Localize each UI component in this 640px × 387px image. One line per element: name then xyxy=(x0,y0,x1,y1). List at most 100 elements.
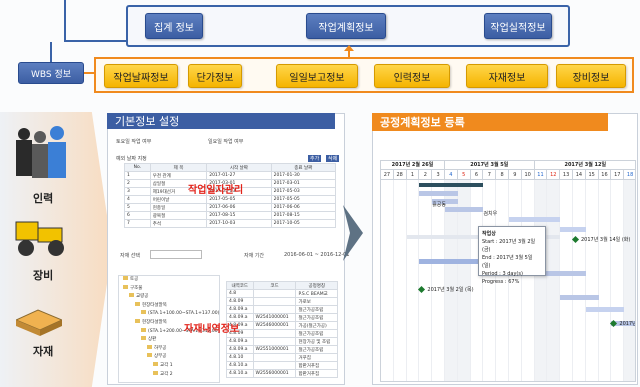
gantt-task-bar[interactable] xyxy=(419,183,484,187)
sunday-check[interactable]: 일요일 작업 여부 xyxy=(208,138,243,145)
period-label: 자재 기간 xyxy=(244,253,264,259)
category-manpower[interactable]: 인력정보 xyxy=(374,64,450,88)
category-material[interactable]: 자재정보 xyxy=(466,64,548,88)
milestone-label: 2017년 3월 14일 (화) xyxy=(581,237,631,243)
table-cell: 현충일 xyxy=(149,203,208,212)
table-row[interactable]: 4.8.09.a 현장가공 및 조립 xyxy=(226,337,338,346)
tree-item[interactable]: 교각 2 xyxy=(119,370,219,380)
gantt-week-header: 2017년 2월 26일 xyxy=(381,161,445,170)
table-cell xyxy=(252,353,297,362)
table-row[interactable]: 4.8.09.a 철근가공조립 xyxy=(226,305,338,314)
table-row[interactable]: 4.8.09 가로보 xyxy=(226,297,338,306)
table-row[interactable]: 4.8.09.a W2541000001 철근가공조립 xyxy=(226,313,338,322)
tree-item[interactable]: 하부공 xyxy=(119,344,219,354)
connector-line xyxy=(64,0,66,42)
tree-item[interactable]: 구조물 xyxy=(119,284,219,294)
delete-button[interactable]: 삭제 xyxy=(326,155,340,162)
table-row[interactable]: 4.8.10 거푸집 xyxy=(226,353,338,362)
table-header-row: No. 제 목 시작 날짜 종료 날짜 xyxy=(124,163,337,172)
table-row[interactable]: 4.8.10.a W2556000001 합판거푸집 xyxy=(226,369,338,378)
tree-item[interactable]: 교량공 xyxy=(119,293,219,302)
table-cell: W2556000001 xyxy=(252,369,297,378)
tree-item[interactable]: (STA.1+100.00~STA.1+137.00) xyxy=(119,310,219,319)
folder-icon xyxy=(147,344,152,349)
material-select[interactable] xyxy=(150,250,202,259)
category-daily-report[interactable]: 일일보고정보 xyxy=(276,64,358,88)
table-cell: 6 xyxy=(124,211,151,220)
tooltip-title: 작업상 xyxy=(482,231,496,237)
table-cell xyxy=(252,289,297,298)
table-row[interactable]: 5 현충일 2017-06-06 2017-06-06 xyxy=(124,203,337,212)
tree-item-label: 교각 1 xyxy=(160,362,173,368)
gantt-day-header: 1 xyxy=(406,170,420,180)
category-work-date[interactable]: 작업날짜정보 xyxy=(104,64,178,88)
gantt-day-header: 14 xyxy=(573,170,586,180)
category-unit-price[interactable]: 단가정보 xyxy=(188,64,242,88)
col-title: 제 목 xyxy=(149,163,208,172)
tree-item[interactable]: 교각 1 xyxy=(119,361,219,371)
table-cell: 2 xyxy=(124,179,151,188)
folder-icon xyxy=(135,318,140,323)
gantt-day-header: 7 xyxy=(483,170,497,180)
work-result-info-button[interactable]: 작업실적정보 xyxy=(484,13,552,39)
table-cell xyxy=(252,361,297,370)
gantt-task-bar[interactable] xyxy=(509,217,561,222)
gantt-task-bar[interactable] xyxy=(560,295,599,300)
table-cell: 4.8.10.a xyxy=(226,369,254,378)
tree-item[interactable]: 현장타설말뚝 xyxy=(119,301,219,311)
table-row[interactable]: 4 어린이날 2017-05-05 2017-05-05 xyxy=(124,195,337,204)
gantt-task-bar[interactable] xyxy=(419,191,458,196)
gantt-day-column xyxy=(419,180,433,381)
aggregate-info-button[interactable]: 집계 정보 xyxy=(145,13,203,39)
gantt-day-header: 6 xyxy=(470,170,484,180)
add-button[interactable]: 추가 xyxy=(308,155,322,162)
gantt-day-header: 12 xyxy=(547,170,561,180)
gantt-day-header: 15 xyxy=(585,170,599,180)
tree-item-label: 하부공 xyxy=(154,345,167,351)
table-cell: 2017-10-03 xyxy=(206,219,272,228)
table-cell: W2541000001 xyxy=(252,313,297,322)
table-header-row: 내역코드 코드 공정명칭 xyxy=(226,281,338,290)
tree-item[interactable]: 토공 xyxy=(119,276,219,285)
gantt-task-bar[interactable] xyxy=(445,207,484,212)
gantt-task-bar[interactable] xyxy=(560,227,586,232)
table-cell: 거푸집 xyxy=(295,353,338,362)
gantt-day-column xyxy=(573,180,586,381)
table-cell: W2551000001 xyxy=(252,345,297,354)
table-cell: 추석 xyxy=(149,219,208,228)
gantt-day-header: 28 xyxy=(393,170,407,180)
material-icon xyxy=(16,309,62,336)
table-row[interactable]: 4.8.10.a 합판거푸집 xyxy=(226,361,338,370)
table-row[interactable]: 4.8.09.a W2546000001 가공(철근가공) xyxy=(226,321,338,330)
table-row[interactable]: 6 광복절 2017-08-15 2017-08-15 xyxy=(124,211,337,220)
tree-item-label: 상부공 xyxy=(154,354,167,360)
gantt-day-header: 2 xyxy=(419,170,433,180)
work-date-overlay: 작업일자관리 xyxy=(188,185,244,196)
tree-item[interactable]: 상부공 xyxy=(119,353,219,362)
table-row[interactable]: 7 추석 2017-10-03 2017-10-05 xyxy=(124,219,337,228)
gantt-day-header: 10 xyxy=(521,170,535,180)
folder-icon xyxy=(135,301,140,306)
table-row[interactable]: 4.8.09.a W2551000001 철근가공조립 xyxy=(226,345,338,354)
table-cell: 2017-06-06 xyxy=(206,203,272,212)
table-cell: 2017-05-05 xyxy=(206,195,272,204)
gantt-day-header: 8 xyxy=(496,170,509,180)
milestone-label: 2017년 3월 2일 (목) xyxy=(427,287,474,293)
wbs-info-button[interactable]: WBS 정보 xyxy=(18,62,84,84)
table-cell: 철근가공조립 xyxy=(295,345,338,354)
table-cell: 2017-03-01 xyxy=(270,179,337,188)
table-row[interactable]: 4.8 P.S.C BEAM교 xyxy=(226,289,338,298)
work-plan-info-button[interactable]: 작업계획정보 xyxy=(306,13,386,39)
category-equipment[interactable]: 장비정보 xyxy=(556,64,626,88)
table-row[interactable]: 1 우천 관계 2017-01-27 2017-01-30 xyxy=(124,171,337,180)
table-row[interactable]: 4.8.09 철근가공조립 xyxy=(226,329,338,338)
saturday-check[interactable]: 토요일 작업 여부 xyxy=(116,138,151,145)
tooltip-end: End : 2017년 3월 5일 (일) xyxy=(482,255,533,269)
gantt-task-bar[interactable] xyxy=(585,307,625,312)
col-process-name: 공정명칭 xyxy=(295,281,338,290)
table-cell: 1 xyxy=(124,171,151,180)
gantt-day-column xyxy=(611,180,625,381)
tree-item[interactable]: 상판 xyxy=(119,336,219,345)
connector-line xyxy=(50,42,52,62)
col-item-code: 내역코드 xyxy=(226,281,254,290)
